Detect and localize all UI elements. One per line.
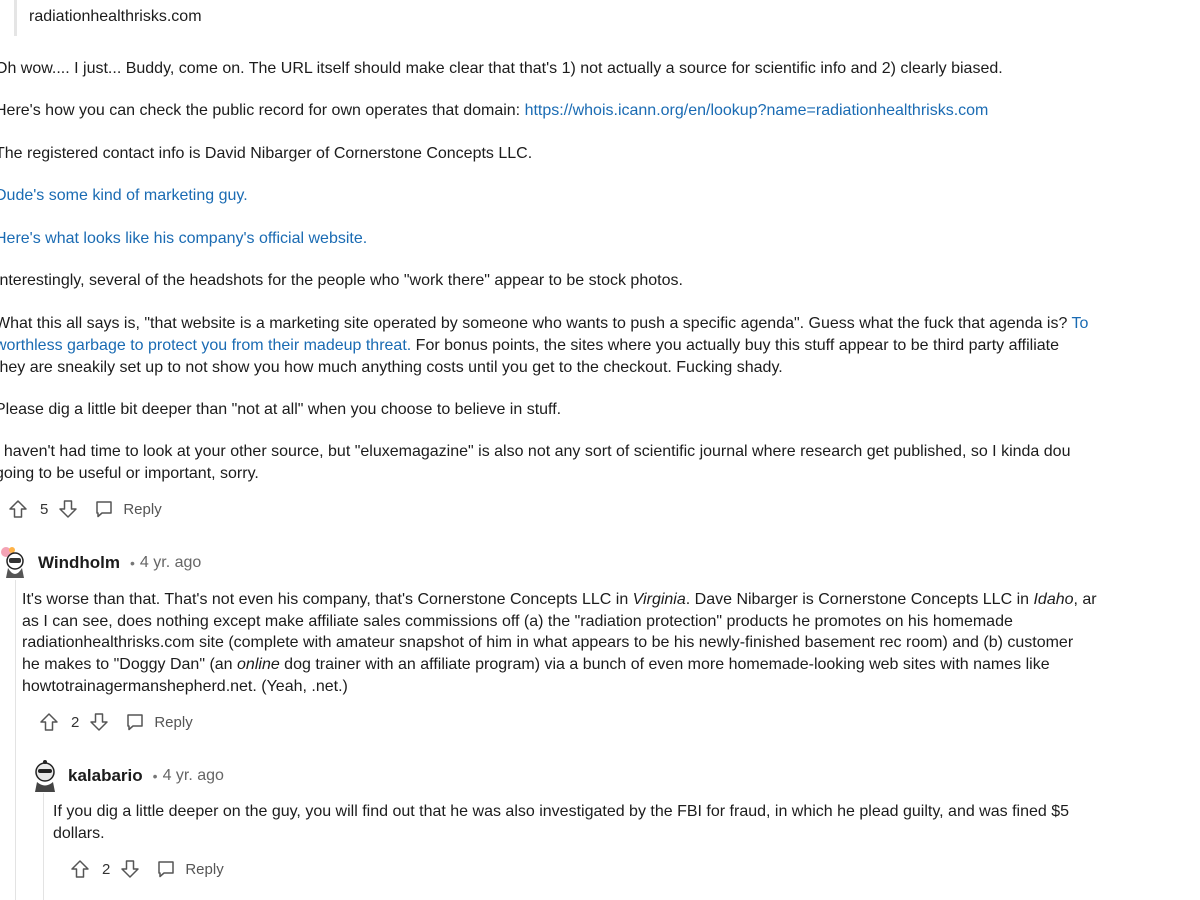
comment-body-line: howtotrainagermanshepherd.net. (Yeah, .n… [22, 678, 348, 695]
vote-count: 2 [102, 860, 111, 878]
paragraph-text: What this all says is, "that website is … [0, 315, 1072, 332]
thread-line[interactable] [15, 580, 16, 900]
arrow-down-icon [59, 500, 78, 518]
speech-bubble-icon [158, 861, 175, 878]
comment-actions: 2 Reply [37, 710, 193, 734]
whois-link[interactable]: https://whois.icann.org/en/lookup?name=r… [525, 102, 989, 119]
body-text: he makes to "Doggy Dan" (an [22, 656, 238, 673]
speech-bubble-icon [96, 501, 113, 518]
arrow-up-icon [40, 713, 58, 731]
marketing-guy-link[interactable]: Dude's some kind of marketing guy. [0, 187, 248, 204]
reply-label: Reply [154, 713, 193, 731]
comment-body-line: he makes to "Doggy Dan" (an online dog t… [22, 654, 1050, 676]
arrow-up-icon [71, 860, 89, 878]
emphasis: Idaho [1033, 591, 1074, 608]
reply-label: Reply [185, 860, 224, 878]
body-text: , ar [1073, 591, 1097, 608]
quoted-url: radiationhealthrisks.com [29, 8, 202, 25]
speech-bubble-icon [127, 714, 144, 731]
comment-paragraph-9-line-1: I haven't had time to look at your other… [0, 443, 1071, 460]
comment-body-line: as I can see, does nothing except make a… [22, 613, 1013, 630]
body-text: dog trainer with an affiliate program) v… [279, 656, 1050, 673]
comment-actions: 5 Reply [6, 497, 162, 521]
comment-body-line: radiationhealthrisks.com site (complete … [22, 634, 1074, 651]
comment-paragraph-3: The registered contact info is David Nib… [0, 145, 533, 162]
timestamp[interactable]: 4 yr. ago [140, 554, 201, 572]
downvote-button[interactable] [56, 497, 80, 521]
username[interactable]: Windholm [38, 553, 120, 573]
separator-dot: • [130, 555, 135, 571]
comment-paragraph-7-line-3: they are sneakily set up to not show you… [0, 359, 783, 376]
reply-button[interactable]: Reply [156, 859, 224, 879]
comment-body-line: It's worse than that. That's not even hi… [22, 589, 1097, 611]
arrow-down-icon [121, 860, 140, 878]
comment-paragraph-1: Oh wow.... I just... Buddy, come on. The… [0, 60, 1003, 77]
comment-thread: radiationhealthrisks.com Oh wow.... I ju… [0, 0, 1200, 900]
agenda-link[interactable]: worthless garbage to protect you from th… [0, 337, 411, 354]
avatar[interactable] [30, 759, 60, 793]
agenda-link-start[interactable]: To [1072, 315, 1089, 332]
arrow-up-icon [9, 500, 27, 518]
reply-button[interactable]: Reply [94, 499, 162, 519]
comment-header: Windholm • 4 yr. ago [0, 546, 201, 580]
paragraph-text: For bonus points, the sites where you ac… [411, 337, 1059, 354]
downvote-button[interactable] [87, 710, 111, 734]
emphasis: Virginia [632, 591, 686, 608]
company-website-link[interactable]: Here's what looks like his company's off… [0, 230, 367, 247]
body-text: It's worse than that. That's not even hi… [22, 591, 633, 608]
downvote-button[interactable] [118, 857, 142, 881]
quoted-url-block: radiationhealthrisks.com [14, 0, 202, 36]
comment-body-line: If you dig a little deeper on the guy, y… [53, 803, 1070, 820]
comment-actions: 2 Reply [68, 857, 224, 881]
comment-header: kalabario • 4 yr. ago [30, 759, 224, 793]
upvote-button[interactable] [68, 857, 92, 881]
username[interactable]: kalabario [68, 766, 143, 786]
emphasis: online [237, 656, 280, 673]
upvote-button[interactable] [37, 710, 61, 734]
comment-paragraph-4: Dude's some kind of marketing guy. [0, 185, 1200, 207]
avatar[interactable] [0, 546, 30, 580]
comment-paragraph-9-line-2: going to be useful or important, sorry. [0, 465, 259, 482]
reply-button[interactable]: Reply [125, 712, 193, 732]
comment-paragraph-2: Here's how you can check the public reco… [0, 100, 1200, 122]
separator-dot: • [152, 768, 158, 784]
paragraph-text: Here's how you can check the public reco… [0, 102, 525, 119]
timestamp[interactable]: 4 yr. ago [163, 767, 224, 785]
arrow-down-icon [90, 713, 109, 731]
body-text: . Dave Nibarger is Cornerstone Concepts … [685, 591, 1034, 608]
upvote-button[interactable] [6, 497, 30, 521]
vote-count: 5 [40, 500, 49, 518]
vote-count: 2 [71, 713, 80, 731]
reply-label: Reply [123, 500, 162, 518]
comment-paragraph-7-line-2: worthless garbage to protect you from th… [0, 335, 1200, 357]
comment-paragraph-8: Please dig a little bit deeper than "not… [0, 401, 562, 418]
comment-paragraph-5: Here's what looks like his company's off… [0, 228, 1200, 250]
thread-line-nested[interactable] [43, 793, 44, 900]
comment-paragraph-7-line-1: What this all says is, "that website is … [0, 313, 1200, 335]
comment-paragraph-6: Interestingly, several of the headshots … [0, 272, 683, 289]
comment-body-line: dollars. [53, 825, 105, 842]
